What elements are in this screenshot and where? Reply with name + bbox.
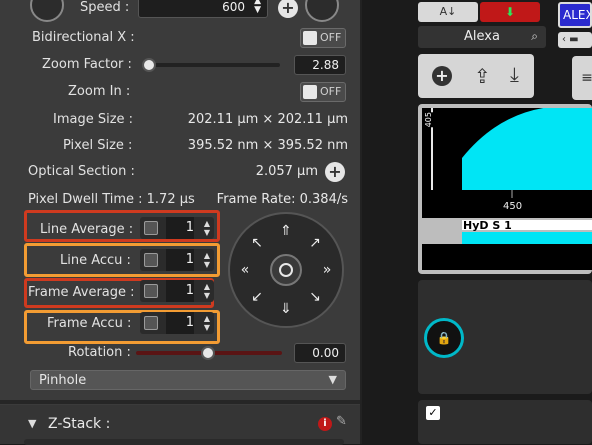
zoom-factor-label: Zoom Factor : [42,57,132,72]
optical-section-add-button[interactable]: + [325,162,345,182]
pan-dial: ⇑ ⇓ « » ↖ ↗ ↙ ↘ [228,212,344,328]
auto-icon [144,284,158,298]
bidirectional-label: Bidirectional X : [32,30,135,45]
zoom-factor-field[interactable]: 2.88 [294,55,346,75]
frame-accu-value[interactable]: 1 [166,312,194,334]
sort-color-button[interactable]: ⬇ [480,2,540,22]
frame-accu-spinner[interactable]: 1 ▲ ▼ [140,312,214,334]
pinhole-label: Pinhole [39,373,87,388]
frame-average-label: Frame Average : [28,285,135,300]
pan-right-icon[interactable]: » [316,259,338,281]
pinhole-dropdown[interactable]: Pinhole ▼ [30,370,346,390]
auto-icon [144,221,158,235]
pixel-dwell-time: Pixel Dwell Time : 1.72 µs [28,192,195,207]
speed-spin-icon[interactable]: ▲ ▼ [254,0,261,15]
optical-section-label: Optical Section : [28,164,135,179]
user-tab[interactable]: ALEX [558,2,592,28]
zoom-factor-slider-knob[interactable] [142,58,156,72]
toggle-knob [303,31,317,45]
line-accu-label: Line Accu : [60,253,131,268]
sort-az-button[interactable]: A↓ [418,2,478,22]
pin-icon[interactable]: ✎ [336,414,347,429]
frame-average-value[interactable]: 1 [166,280,194,302]
toggle-knob [303,85,317,99]
user-search-field[interactable]: Alexa ⌕ [418,26,546,48]
zoom-factor-slider[interactable] [142,63,280,67]
line-average-spinner[interactable]: 1 ▲ ▼ [140,217,214,239]
zoom-in-label: Zoom In : [68,84,131,99]
checkbox-icon[interactable]: ✓ [426,406,440,420]
auto-icon [144,253,158,267]
scan-settings-panel: Speed : 600 ▲ ▼ + Bidirectional X : OFF Z… [0,0,362,445]
user-tab-label: ALEX [563,8,592,22]
frame-average-spinner[interactable]: 1 ▲ ▼ [140,280,214,302]
line-average-value[interactable]: 1 [166,217,194,239]
bidirectional-toggle[interactable]: OFF [300,28,346,48]
zstack-header[interactable]: ▼ Z-Stack : i ✎ [0,405,360,445]
speed-left-button[interactable] [30,0,64,22]
section-divider [0,400,360,404]
spectrum-chart [422,108,592,270]
user-name: Alexa [464,29,500,44]
right-panel: A↓ ⬇ ALEX Alexa ⌕ ‹ ▬ + ⇪ ⤓ ≡ 405 450 Hy… [362,0,592,444]
spin-arrows-icon[interactable]: ▲ ▼ [204,282,210,300]
chevron-down-icon: ▼ [328,373,337,386]
pan-down-left-icon[interactable]: ↙ [246,286,268,308]
pixel-size-label: Pixel Size : [63,138,133,153]
frame-rate: Frame Rate: 0.384/s [216,192,348,207]
zstack-content-bar [24,439,344,445]
pan-up-right-icon[interactable]: ↗ [304,232,326,254]
info-icon[interactable]: i [318,417,332,431]
export-icon[interactable]: ⇪ [474,64,491,88]
line-average-label: Line Average : [40,222,134,237]
pan-center-icon[interactable] [270,254,302,286]
second-panel [418,400,592,444]
search-icon[interactable]: ⌕ [531,29,538,44]
spin-arrows-icon[interactable]: ▲ ▼ [204,314,210,332]
wavelength-tick-label: 450 [503,201,523,212]
import-icon[interactable]: ⤓ [510,62,519,86]
pan-down-icon[interactable]: ⇓ [275,298,297,320]
speed-add-button[interactable]: + [278,0,298,18]
image-size-value: 202.11 µm × 202.11 µm [187,112,348,127]
rotation-slider-knob[interactable] [201,346,215,360]
zoom-in-toggle[interactable]: OFF [300,82,346,102]
scroll-tab-control[interactable]: ‹ ▬ [558,32,592,48]
speed-field[interactable]: 600 ▲ ▼ [138,0,268,18]
detector-label: HyD S 1 [463,219,512,232]
pan-up-left-icon[interactable]: ↖ [246,232,268,254]
rotation-label: Rotation : [68,345,131,360]
line-accu-spinner[interactable]: 1 ▲ ▼ [140,249,214,271]
spin-arrows-icon[interactable]: ▲ ▼ [204,219,210,237]
bidirectional-state: OFF [320,31,342,44]
zoom-factor-value: 2.88 [312,58,339,72]
speed-right-button[interactable] [305,0,339,22]
speed-value: 600 [222,0,245,14]
pan-up-icon[interactable]: ⇑ [275,220,297,242]
pan-left-icon[interactable]: « [234,259,256,281]
frame-accu-label: Frame Accu : [47,316,132,331]
rotation-field[interactable]: 0.00 [294,343,346,363]
pixel-size-value: 395.52 nm × 395.52 nm [187,138,348,153]
zstack-label: Z-Stack : [48,416,111,432]
optical-section-value: 2.057 µm [255,164,318,179]
expand-triangle-icon[interactable]: ▼ [28,417,36,430]
stack-icon[interactable]: ≡ [572,56,592,100]
speed-label: Speed : [80,0,130,15]
line-accu-value[interactable]: 1 [166,249,194,271]
laser-line-label: 405 [424,112,433,128]
image-size-label: Image Size : [53,112,134,127]
add-icon[interactable]: + [432,66,452,86]
zoom-in-state: OFF [320,85,342,98]
lock-button[interactable]: 🔒 [424,318,464,358]
auto-icon [144,316,158,330]
pan-down-right-icon[interactable]: ↘ [304,286,326,308]
spin-arrows-icon[interactable]: ▲ ▼ [204,251,210,269]
rotation-value: 0.00 [312,346,339,360]
